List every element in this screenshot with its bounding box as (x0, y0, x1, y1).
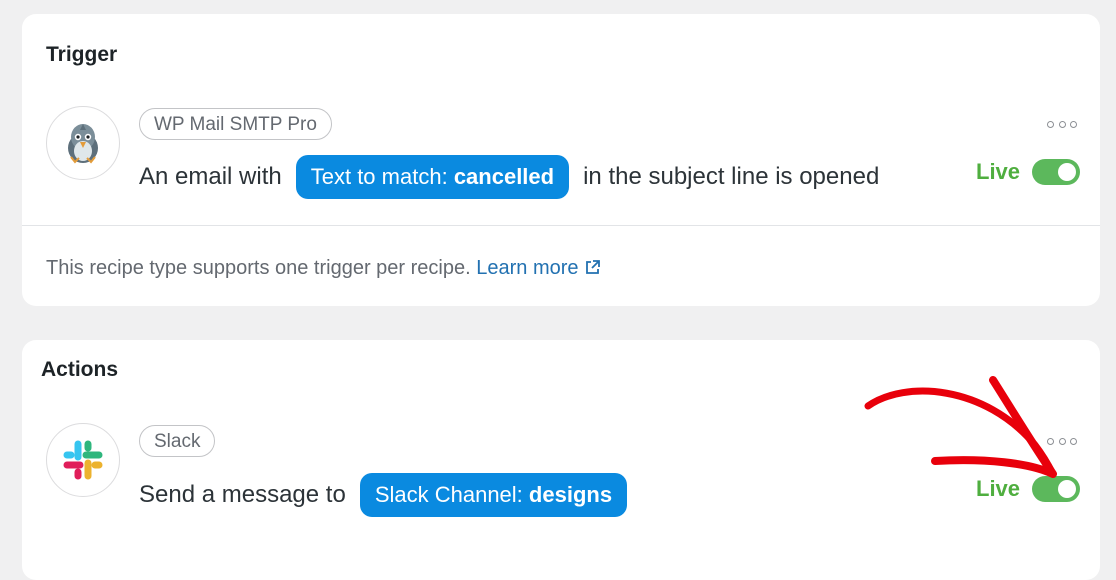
actions-status-label: Live (976, 476, 1021, 501)
actions-live-toggle[interactable] (1032, 476, 1081, 502)
learn-more-label: Learn more (476, 257, 579, 279)
trigger-toggle-knob (1058, 163, 1077, 181)
actions-sentence-before: Send a message to (139, 481, 346, 508)
wp-mail-smtp-logo (46, 106, 120, 180)
trigger-sentence: An email with Text to match: cancelled i… (139, 155, 879, 199)
external-link-icon (586, 260, 600, 274)
trigger-sentence-before: An email with (139, 163, 282, 190)
actions-status: Live (976, 476, 1081, 502)
actions-more-menu-icon[interactable] (1047, 434, 1077, 448)
trigger-sentence-after: in the subject line is opened (583, 163, 880, 190)
trigger-title: Trigger (46, 43, 118, 66)
actions-field-token[interactable]: Slack Channel: designs (359, 473, 628, 517)
learn-more-link[interactable]: Learn more (476, 257, 601, 279)
actions-token-label: Slack Channel: (374, 482, 523, 507)
trigger-footer-note: This recipe type supports one trigger pe… (46, 257, 601, 280)
trigger-card: Trigger WP Mail SMTP Pro An email with T… (22, 14, 1100, 306)
actions-integration-badge: Slack (139, 425, 216, 457)
trigger-divider (22, 225, 1100, 226)
actions-toggle-knob (1058, 480, 1077, 498)
actions-sentence: Send a message to Slack Channel: designs (139, 473, 641, 517)
actions-token-value: designs (528, 482, 613, 507)
trigger-field-token[interactable]: Text to match: cancelled (295, 155, 570, 199)
slack-icon (63, 440, 103, 480)
trigger-integration-badge: WP Mail SMTP Pro (139, 108, 332, 140)
trigger-status-label: Live (976, 159, 1021, 184)
trigger-more-menu-icon[interactable] (1047, 117, 1077, 131)
footer-text: This recipe type supports one trigger pe… (46, 257, 471, 279)
actions-card: Actions Slack Send a message to Slack Ch… (22, 340, 1100, 580)
trigger-token-label: Text to match: (310, 164, 448, 189)
trigger-status: Live (976, 159, 1081, 185)
slack-logo (46, 423, 120, 497)
trigger-live-toggle[interactable] (1032, 159, 1081, 185)
pigeon-icon (68, 124, 98, 164)
trigger-token-value: cancelled (453, 164, 555, 189)
actions-title: Actions (41, 358, 119, 381)
